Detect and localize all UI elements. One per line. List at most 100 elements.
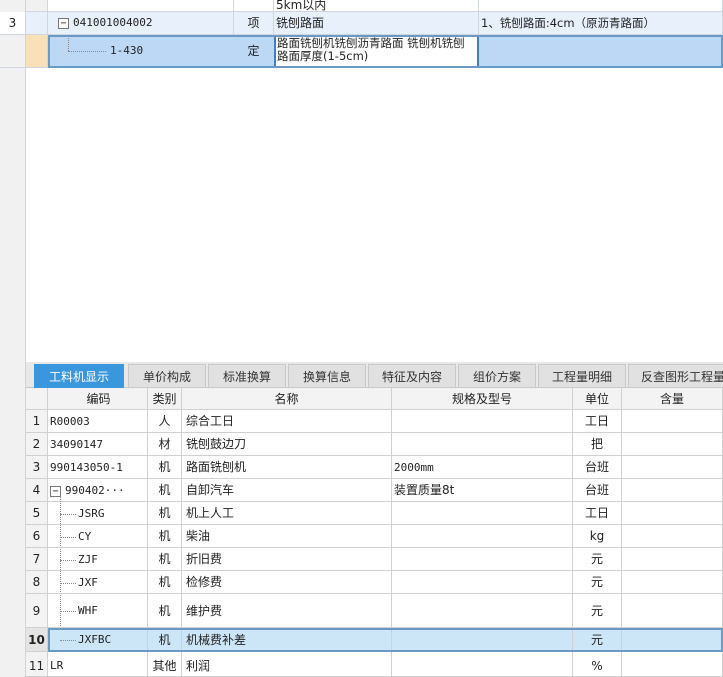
- row3-name[interactable]: 铣刨路面: [274, 12, 479, 35]
- tab-standard-conversion[interactable]: 标准换算: [208, 364, 286, 388]
- row3-type[interactable]: 项: [234, 12, 274, 35]
- tree-line: [60, 560, 76, 561]
- row3-code-cell[interactable]: −041001004002: [48, 12, 234, 35]
- tab-conversion-info[interactable]: 换算信息: [288, 364, 366, 388]
- row-type[interactable]: 机: [148, 548, 182, 571]
- row-quantity[interactable]: [622, 594, 723, 628]
- row-type[interactable]: 机: [148, 456, 182, 479]
- row-unit[interactable]: kg: [573, 525, 622, 548]
- row-spec[interactable]: 2000mm: [392, 456, 573, 479]
- tab-labor-material-machine[interactable]: 工料机显示: [34, 364, 124, 388]
- header-corner: [26, 388, 48, 410]
- row-quantity[interactable]: [622, 652, 723, 677]
- row-type[interactable]: 人: [148, 410, 182, 433]
- sub-row-type[interactable]: 定: [234, 35, 274, 68]
- row-type[interactable]: 机: [148, 628, 182, 652]
- row-type[interactable]: 机: [148, 571, 182, 594]
- row-code[interactable]: 34090147: [48, 433, 148, 456]
- tab-features-content[interactable]: 特征及内容: [368, 364, 456, 388]
- row-quantity[interactable]: [622, 548, 723, 571]
- row-name[interactable]: 利润: [182, 652, 392, 677]
- row-spec[interactable]: [392, 548, 573, 571]
- row-number: 6: [26, 525, 48, 548]
- row-type[interactable]: 机: [148, 502, 182, 525]
- left-gutter: [0, 0, 26, 677]
- code-cell[interactable]: [48, 0, 234, 12]
- row-quantity[interactable]: [622, 571, 723, 594]
- row-type[interactable]: 机: [148, 525, 182, 548]
- row-code[interactable]: LR: [48, 652, 148, 677]
- row-unit[interactable]: 元: [573, 628, 622, 652]
- row3-feature[interactable]: 1、铣刨路面:4cm（原沥青路面）: [479, 12, 723, 35]
- row-quantity[interactable]: [622, 628, 723, 652]
- row-spec[interactable]: [392, 502, 573, 525]
- row-code-cell[interactable]: −990402···: [48, 479, 148, 502]
- row-type[interactable]: 机: [148, 479, 182, 502]
- row-unit[interactable]: 工日: [573, 410, 622, 433]
- row-spec[interactable]: [392, 594, 573, 628]
- header-name[interactable]: 名称: [182, 388, 392, 410]
- name-cell[interactable]: 5km以内: [274, 0, 479, 12]
- row-name[interactable]: 综合工日: [182, 410, 392, 433]
- row-name[interactable]: 机械费补差: [182, 628, 392, 652]
- row-spec[interactable]: [392, 652, 573, 677]
- feature-cell[interactable]: [479, 0, 723, 12]
- row-unit[interactable]: 元: [573, 594, 622, 628]
- tab-quantity-details[interactable]: 工程量明细: [538, 364, 626, 388]
- row-quantity[interactable]: [622, 479, 723, 502]
- row-code[interactable]: R00003: [48, 410, 148, 433]
- partial-row-text: 5km以内: [276, 0, 327, 12]
- row-unit[interactable]: 元: [573, 548, 622, 571]
- row-quantity[interactable]: [622, 456, 723, 479]
- row-spec[interactable]: [392, 410, 573, 433]
- resource-grid: 编码 类别 名称 规格及型号 单位 含量 1 R00003 人 综合工日 工日 …: [26, 388, 723, 677]
- tree-line: [68, 51, 106, 52]
- row-number-3: 3: [0, 12, 26, 35]
- row-quantity[interactable]: [622, 410, 723, 433]
- row-quantity[interactable]: [622, 525, 723, 548]
- row-name[interactable]: 自卸汽车: [182, 479, 392, 502]
- row-spec[interactable]: [392, 628, 573, 652]
- sub-row-name-editor[interactable]: 路面铣刨机铣刨沥青路面 铣刨机铣刨 路面厚度(1-5cm): [274, 35, 479, 68]
- header-type[interactable]: 类别: [148, 388, 182, 410]
- header-code[interactable]: 编码: [48, 388, 148, 410]
- row-unit[interactable]: 把: [573, 433, 622, 456]
- row-name[interactable]: 检修费: [182, 571, 392, 594]
- type-cell[interactable]: [234, 0, 274, 12]
- row-type[interactable]: 材: [148, 433, 182, 456]
- row-name[interactable]: 维护费: [182, 594, 392, 628]
- tree-line: [60, 611, 76, 612]
- row-spec[interactable]: [392, 571, 573, 594]
- row-spec[interactable]: [392, 433, 573, 456]
- tab-unit-price-composition[interactable]: 单价构成: [128, 364, 206, 388]
- tab-pricing-scheme[interactable]: 组价方案: [458, 364, 536, 388]
- row-type[interactable]: 其他: [148, 652, 182, 677]
- row-spec[interactable]: [392, 525, 573, 548]
- collapse-icon[interactable]: −: [58, 17, 69, 29]
- header-quantity[interactable]: 含量: [622, 388, 723, 410]
- row-unit[interactable]: 元: [573, 571, 622, 594]
- row-type[interactable]: 机: [148, 594, 182, 628]
- row-name[interactable]: 柴油: [182, 525, 392, 548]
- tree-line: [60, 514, 76, 515]
- row-spec[interactable]: 装置质量8t: [392, 479, 573, 502]
- header-spec[interactable]: 规格及型号: [392, 388, 573, 410]
- row-unit[interactable]: 台班: [573, 456, 622, 479]
- tree-line: [60, 537, 76, 538]
- row-name[interactable]: 铣刨鼓边刀: [182, 433, 392, 456]
- row-gutter: [26, 12, 48, 35]
- sub-row-feature[interactable]: [479, 35, 723, 68]
- row-unit[interactable]: %: [573, 652, 622, 677]
- row-name[interactable]: 机上人工: [182, 502, 392, 525]
- row-unit[interactable]: 台班: [573, 479, 622, 502]
- row3-code: 041001004002: [73, 16, 153, 29]
- tab-reverse-lookup-quantity[interactable]: 反查图形工程量: [628, 364, 723, 388]
- row-name[interactable]: 折旧费: [182, 548, 392, 571]
- row-code[interactable]: 990143050-1: [48, 456, 148, 479]
- collapse-icon[interactable]: −: [50, 485, 61, 497]
- row-quantity[interactable]: [622, 433, 723, 456]
- row-unit[interactable]: 工日: [573, 502, 622, 525]
- row-quantity[interactable]: [622, 502, 723, 525]
- row-name[interactable]: 路面铣刨机: [182, 456, 392, 479]
- header-unit[interactable]: 单位: [573, 388, 622, 410]
